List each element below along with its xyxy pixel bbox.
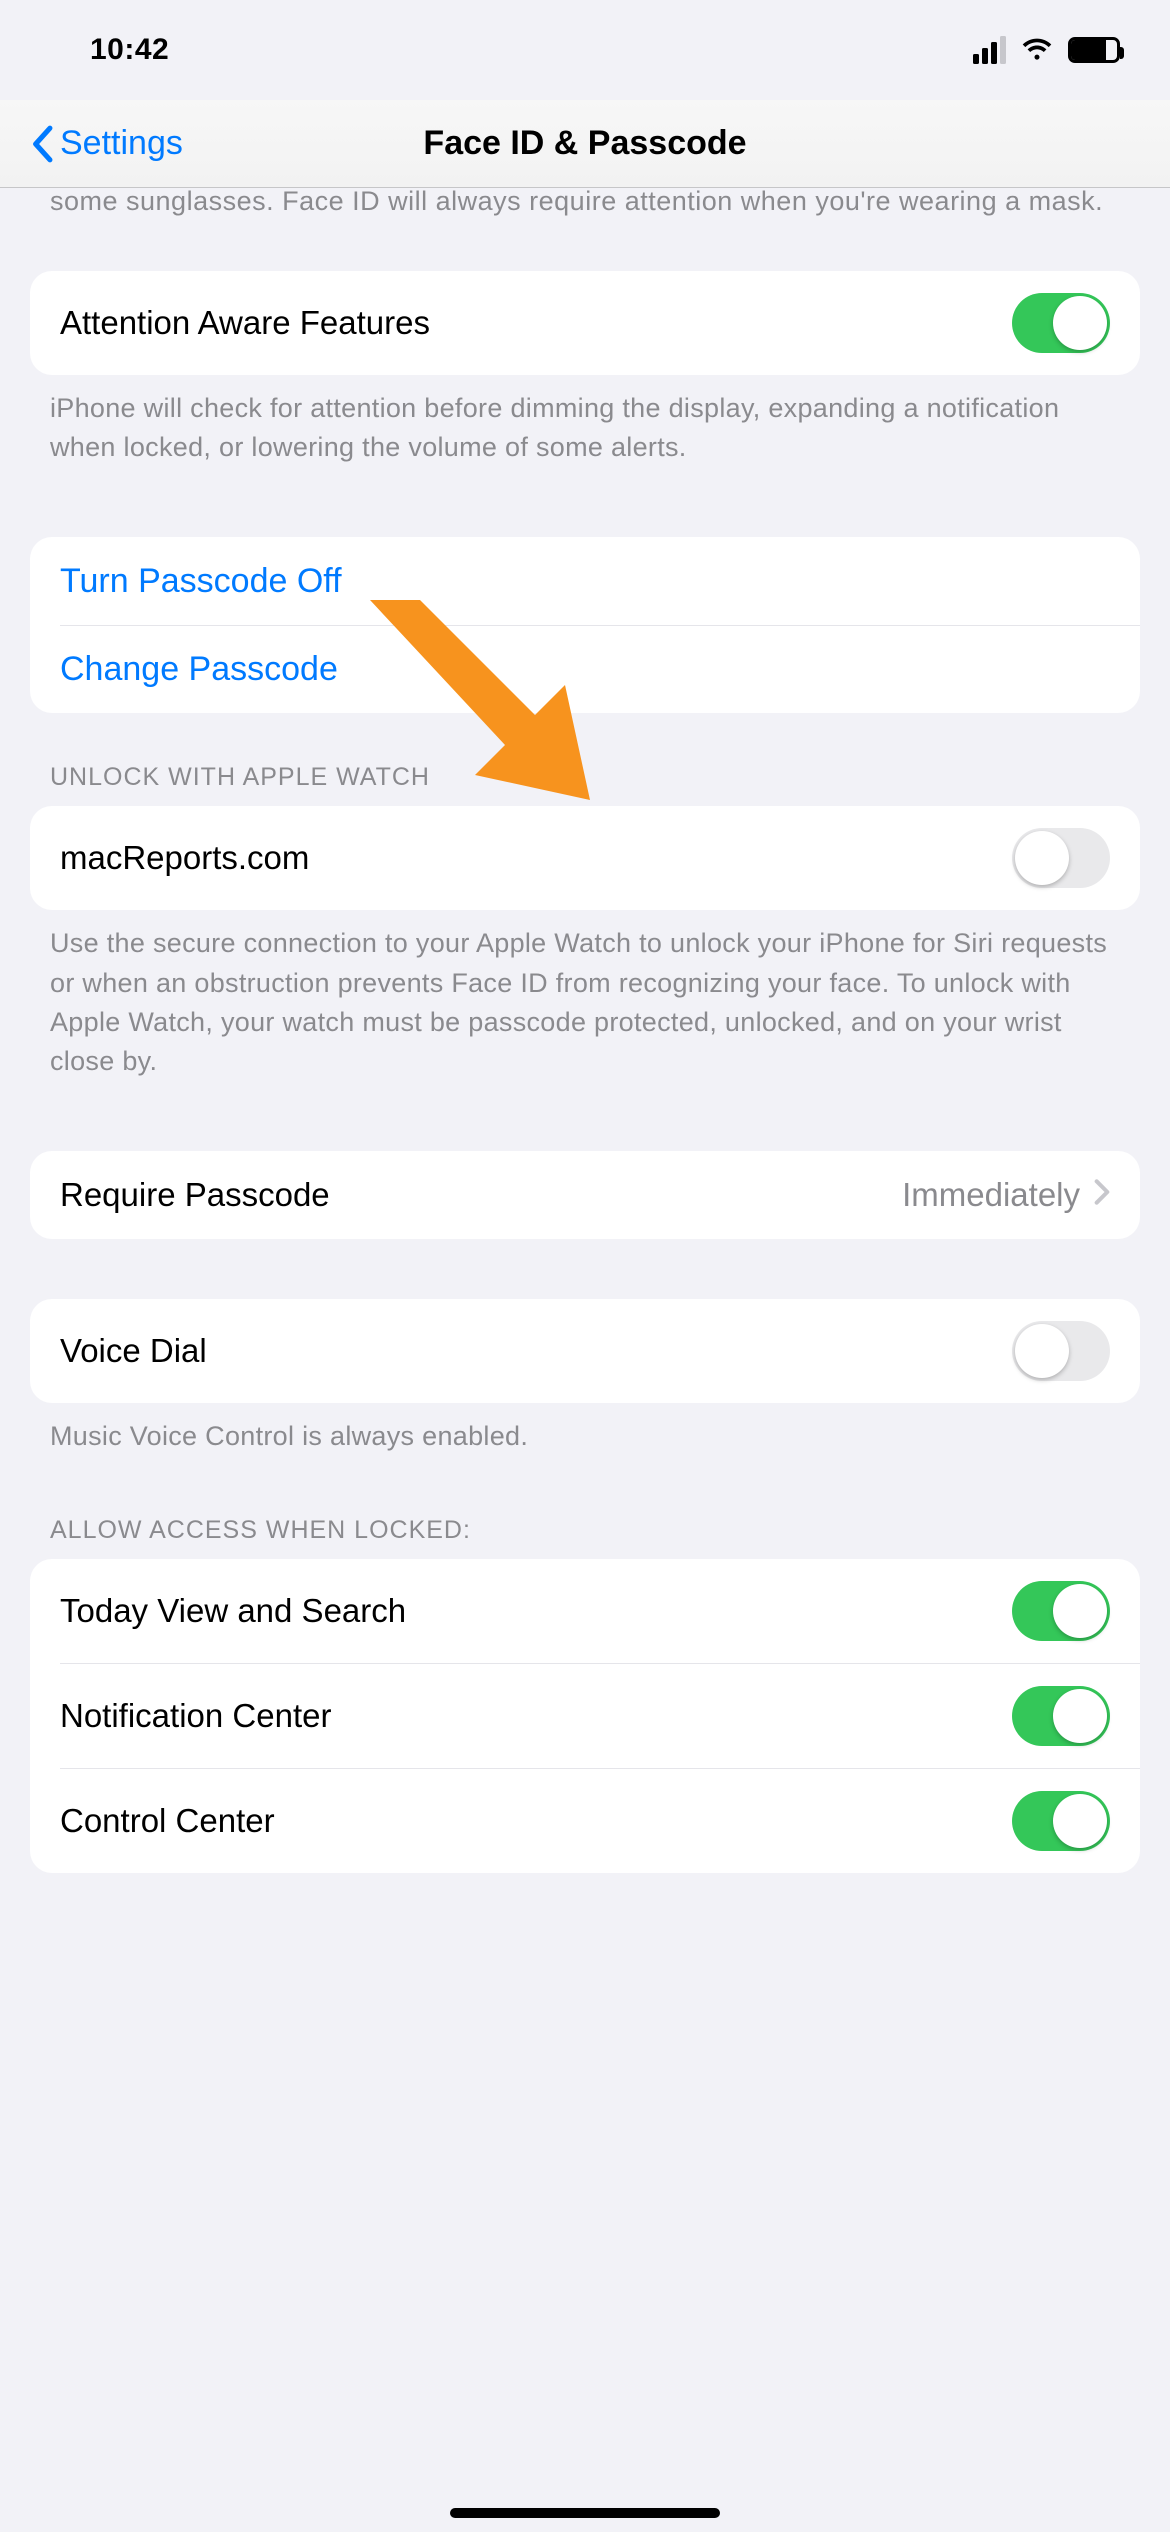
notification-center-label: Notification Center (60, 1697, 331, 1735)
status-indicators (973, 36, 1120, 64)
change-passcode-button[interactable]: Change Passcode (60, 625, 1140, 713)
notification-center-row[interactable]: Notification Center (60, 1663, 1140, 1768)
require-passcode-row[interactable]: Require Passcode Immediately (30, 1151, 1140, 1239)
battery-icon (1068, 37, 1120, 63)
applewatch-device-row[interactable]: macReports.com (30, 806, 1140, 910)
chevron-right-icon (1094, 1176, 1110, 1214)
change-passcode-label: Change Passcode (60, 650, 338, 689)
attention-aware-toggle[interactable] (1012, 293, 1110, 353)
applewatch-device-toggle[interactable] (1012, 828, 1110, 888)
today-view-toggle[interactable] (1012, 1581, 1110, 1641)
wifi-icon (1020, 37, 1054, 63)
require-passcode-label: Require Passcode (60, 1176, 330, 1214)
turn-passcode-off-button[interactable]: Turn Passcode Off (30, 537, 1140, 625)
status-bar: 10:42 (0, 0, 1170, 100)
applewatch-device-label: macReports.com (60, 839, 309, 877)
today-view-label: Today View and Search (60, 1592, 406, 1630)
voice-dial-label: Voice Dial (60, 1332, 207, 1370)
mask-footer-text: some sunglasses. Face ID will always req… (0, 182, 1170, 271)
attention-aware-row[interactable]: Attention Aware Features (30, 271, 1140, 375)
voice-dial-group: Voice Dial (30, 1299, 1140, 1403)
nav-bar: Settings Face ID & Passcode (0, 100, 1170, 188)
applewatch-footer: Use the secure connection to your Apple … (0, 910, 1170, 1091)
voice-dial-toggle[interactable] (1012, 1321, 1110, 1381)
chevron-left-icon (30, 125, 54, 163)
require-passcode-group: Require Passcode Immediately (30, 1151, 1140, 1239)
allow-locked-group: Today View and Search Notification Cente… (30, 1559, 1140, 1873)
attention-aware-label: Attention Aware Features (60, 304, 430, 342)
back-button[interactable]: Settings (30, 124, 183, 163)
today-view-row[interactable]: Today View and Search (30, 1559, 1140, 1663)
require-passcode-value: Immediately (902, 1176, 1110, 1214)
attention-footer: iPhone will check for attention before d… (0, 375, 1170, 477)
back-label: Settings (60, 124, 183, 163)
status-time: 10:42 (90, 33, 169, 67)
turn-passcode-off-label: Turn Passcode Off (60, 562, 342, 601)
notification-center-toggle[interactable] (1012, 1686, 1110, 1746)
control-center-label: Control Center (60, 1802, 275, 1840)
applewatch-group: macReports.com (30, 806, 1140, 910)
attention-group: Attention Aware Features (30, 271, 1140, 375)
passcode-group: Turn Passcode Off Change Passcode (30, 537, 1140, 713)
voice-dial-footer: Music Voice Control is always enabled. (0, 1403, 1170, 1466)
allow-locked-header: ALLOW ACCESS WHEN LOCKED: (0, 1466, 1170, 1559)
cellular-icon (973, 36, 1006, 64)
control-center-row[interactable]: Control Center (60, 1768, 1140, 1873)
applewatch-header: UNLOCK WITH APPLE WATCH (0, 713, 1170, 806)
voice-dial-row[interactable]: Voice Dial (30, 1299, 1140, 1403)
control-center-toggle[interactable] (1012, 1791, 1110, 1851)
home-indicator (450, 2508, 720, 2518)
